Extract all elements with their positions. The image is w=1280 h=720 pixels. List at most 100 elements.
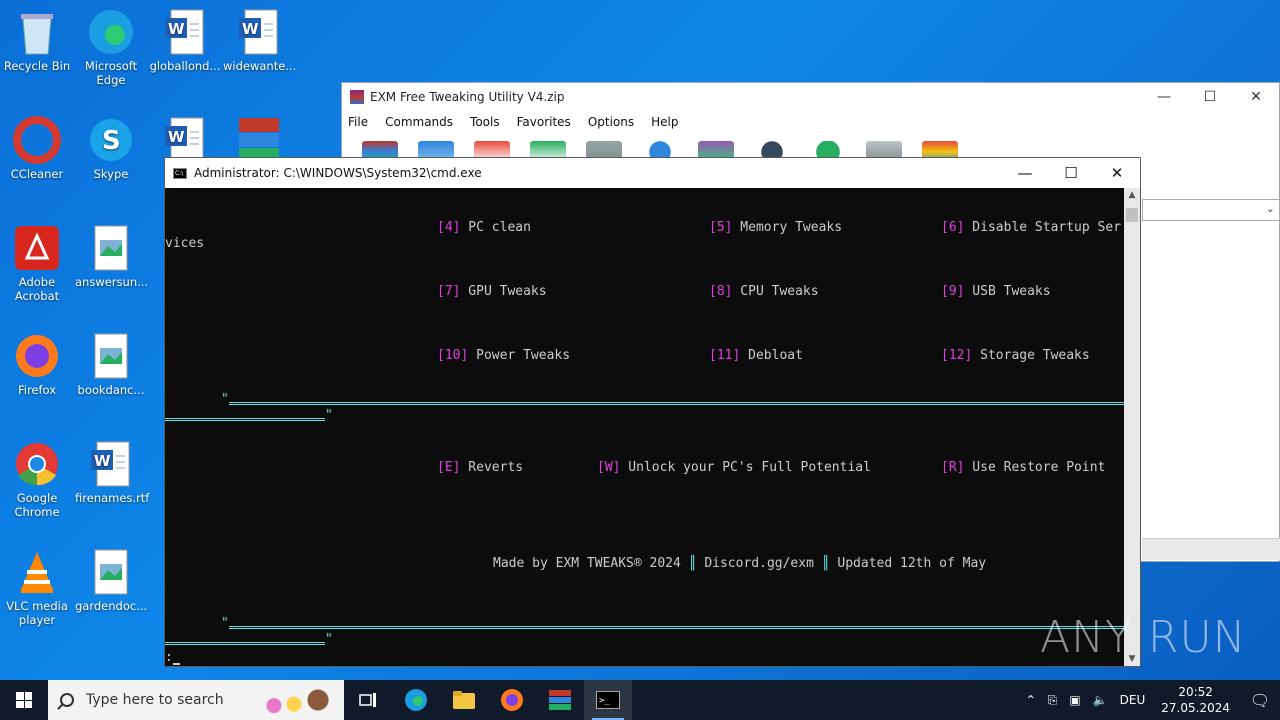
taskbar-firefox[interactable]: [488, 680, 536, 720]
maximize-icon[interactable]: ☐: [1048, 158, 1094, 188]
desktop-icon[interactable]: CCleaner: [1, 116, 73, 181]
clock[interactable]: 20:52 27.05.2024: [1161, 684, 1230, 716]
svg-text:>_: >_: [599, 696, 610, 706]
desktop-icon[interactable]: Firefox: [1, 332, 73, 397]
desktop-icon[interactable]: S Skype: [75, 116, 147, 181]
divider-quote: ": [221, 392, 229, 407]
divider-line: [229, 402, 1125, 405]
task-view-button[interactable]: [344, 680, 392, 720]
menu-option-9: [9] USB Tweaks: [941, 284, 1051, 299]
minimize-icon[interactable]: —: [1141, 89, 1187, 105]
taskbar-search[interactable]: Type here to search: [48, 680, 344, 720]
menu-option-8: [8] CPU Tweaks: [709, 284, 819, 299]
desktop-icon-label: Adobe Acrobat: [14, 275, 60, 303]
cmd-window[interactable]: C:\ Administrator: C:\WINDOWS\System32\c…: [164, 157, 1141, 667]
command-prompt[interactable]: :: [165, 650, 180, 665]
menu-option-e: [E] Reverts: [437, 460, 524, 475]
desktop-icon[interactable]: answersun...: [75, 224, 149, 289]
taskbar-cmd[interactable]: >_: [584, 680, 632, 720]
clock-time: 20:52: [1178, 685, 1213, 699]
anyrun-watermark: ANY RUN: [1040, 612, 1247, 663]
desktop-icon[interactable]: Wgloballond...: [149, 8, 221, 73]
menu-option-11: [11] Debloat: [709, 348, 803, 363]
minimize-icon[interactable]: —: [1002, 158, 1048, 188]
word-doc-icon: W: [161, 8, 209, 56]
winrar-title-bar[interactable]: EXM Free Tweaking Utility V4.zip — ☐ ✕: [342, 83, 1279, 111]
text-cursor: [172, 663, 180, 665]
usb-icon[interactable]: ⎘: [1048, 693, 1058, 708]
desktop-icon-label: Recycle Bin: [3, 59, 71, 73]
desktop-icon-label: Skype: [93, 167, 129, 181]
menu-option-6-wrap: vices: [165, 236, 205, 251]
menu-help[interactable]: Help: [651, 115, 678, 129]
desktop-icon[interactable]: VLC media player: [1, 548, 73, 627]
desktop-icon[interactable]: Recycle Bin: [1, 8, 73, 73]
desktop-icon[interactable]: bookdanc...: [75, 332, 147, 397]
desktop-icon[interactable]: Google Chrome: [1, 440, 73, 519]
taskbar-winrar[interactable]: [536, 680, 584, 720]
winrar-icon: [350, 90, 364, 104]
desktop-icon[interactable]: Adobe Acrobat: [1, 224, 73, 303]
winrar-icon: [549, 690, 571, 710]
svg-text:W: W: [242, 20, 259, 38]
search-placeholder: Type here to search: [86, 692, 224, 708]
search-highlight-icon: [258, 686, 338, 714]
edge-icon: [87, 8, 135, 56]
desktop-icon-label: widewante...: [223, 59, 297, 73]
image-file-icon: [87, 548, 135, 596]
chrome-icon: [13, 440, 61, 488]
network-icon[interactable]: ▣: [1069, 693, 1080, 707]
menu-option-w: [W] Unlock your PC's Full Potential: [597, 460, 871, 475]
maximize-icon[interactable]: ☐: [1187, 89, 1233, 105]
word-doc-icon: W: [87, 440, 135, 488]
menu-favorites[interactable]: Favorites: [517, 115, 571, 129]
language-indicator[interactable]: DEU: [1120, 693, 1146, 707]
desktop-icon-label: answersun...: [75, 275, 149, 289]
desktop-icon[interactable]: Wfirenames.rtf: [75, 440, 150, 505]
console-output[interactable]: [4] PC clean [5] Memory Tweaks [6] Disab…: [165, 188, 1125, 666]
divider-quote: ": [325, 632, 333, 647]
desktop-icon[interactable]: Wwidewante...: [223, 8, 297, 73]
volume-icon[interactable]: 🔈: [1093, 693, 1108, 707]
desktop-icon[interactable]: Microsoft Edge: [75, 8, 147, 87]
cmd-scrollbar[interactable]: ▲ ▼: [1124, 188, 1140, 666]
desktop-icon-label: firenames.rtf: [75, 491, 150, 505]
scroll-thumb[interactable]: [1126, 208, 1138, 222]
divider-line: [229, 626, 1125, 629]
recycle-bin-icon: [13, 8, 61, 56]
image-file-icon: [87, 332, 135, 380]
windows-logo-icon: [16, 692, 32, 708]
divider-line: [165, 642, 325, 645]
taskbar-file-explorer[interactable]: [440, 680, 488, 720]
scroll-up-icon[interactable]: ▲: [1124, 190, 1140, 200]
menu-file[interactable]: File: [348, 115, 368, 129]
desktop-icon-label: globallond...: [149, 59, 221, 73]
chevron-down-icon: ⌄: [1265, 202, 1275, 215]
desktop-icon-label: bookdanc...: [77, 383, 145, 397]
path-dropdown[interactable]: ⌄: [1142, 199, 1280, 221]
menu-options[interactable]: Options: [588, 115, 634, 129]
desktop-icon-label: gardendoc...: [75, 599, 148, 613]
cmd-title-bar[interactable]: C:\ Administrator: C:\WINDOWS\System32\c…: [165, 158, 1140, 188]
acrobat-icon: [13, 224, 61, 272]
winrar-scrollbar[interactable]: [1142, 538, 1280, 560]
menu-commands[interactable]: Commands: [385, 115, 453, 129]
desktop-icon[interactable]: gardendoc...: [75, 548, 147, 613]
close-icon[interactable]: ✕: [1094, 158, 1140, 188]
menu-option-5: [5] Memory Tweaks: [709, 220, 843, 235]
taskbar-edge[interactable]: [392, 680, 440, 720]
start-button[interactable]: [0, 680, 48, 720]
menu-option-r: [R] Use Restore Point: [941, 460, 1106, 475]
menu-option-4: [4] PC clean: [437, 220, 531, 235]
svg-text:W: W: [168, 20, 185, 38]
close-icon[interactable]: ✕: [1233, 89, 1279, 105]
cmd-icon: C:\: [173, 167, 187, 179]
notification-icon[interactable]: 🗨: [1240, 691, 1280, 710]
chevron-up-icon[interactable]: ⌃: [1026, 693, 1036, 707]
desktop-icon-label: Microsoft Edge: [84, 59, 138, 87]
cmd-title: Administrator: C:\WINDOWS\System32\cmd.e…: [194, 166, 482, 180]
menu-tools[interactable]: Tools: [470, 115, 500, 129]
skype-icon: S: [87, 116, 135, 164]
winrar-title: EXM Free Tweaking Utility V4.zip: [370, 90, 565, 104]
image-file-icon: [87, 224, 135, 272]
